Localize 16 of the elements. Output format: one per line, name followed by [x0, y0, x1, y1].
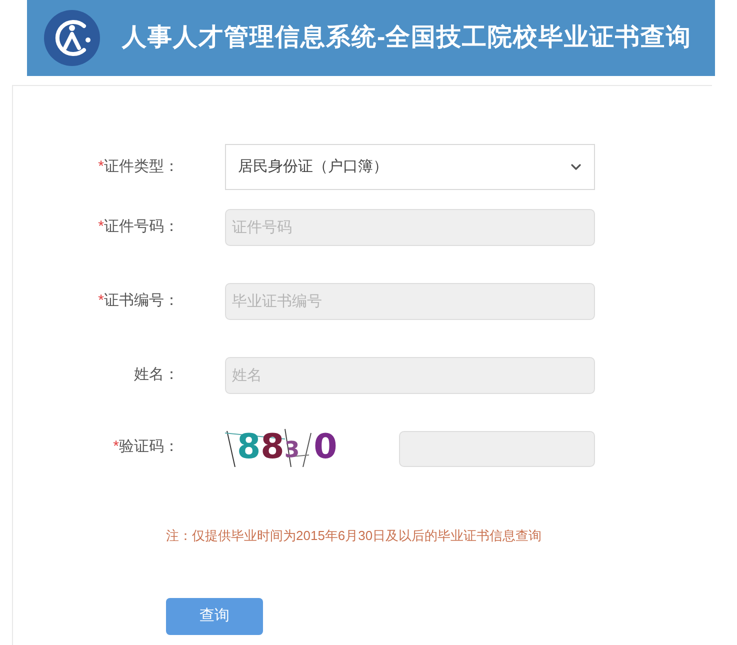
id-type-select[interactable]: 居民身份证（户口簿）: [225, 144, 595, 190]
captcha-input[interactable]: [399, 431, 595, 467]
field-label: *证件号码：: [98, 217, 179, 238]
field-label: *验证码：: [113, 436, 179, 457]
input-field[interactable]: 证件号码: [225, 209, 595, 246]
note-text: 注：仅提供毕业时间为2015年6月30日及以后的毕业证书信息查询: [166, 528, 542, 543]
input-field[interactable]: 姓名: [225, 357, 595, 394]
captcha-character: 8: [260, 430, 284, 464]
input-field[interactable]: 毕业证书编号: [225, 283, 595, 320]
page-title: 人事人才管理信息系统-全国技工院校毕业证书查询: [122, 22, 692, 53]
field-label: *证书编号：: [98, 291, 179, 312]
captcha-character: 0: [314, 430, 338, 464]
captcha-character: 8: [237, 430, 261, 464]
field-label: *证件类型：: [98, 156, 179, 177]
field-label: 姓名：: [134, 365, 179, 386]
logo-icon: [44, 10, 100, 66]
